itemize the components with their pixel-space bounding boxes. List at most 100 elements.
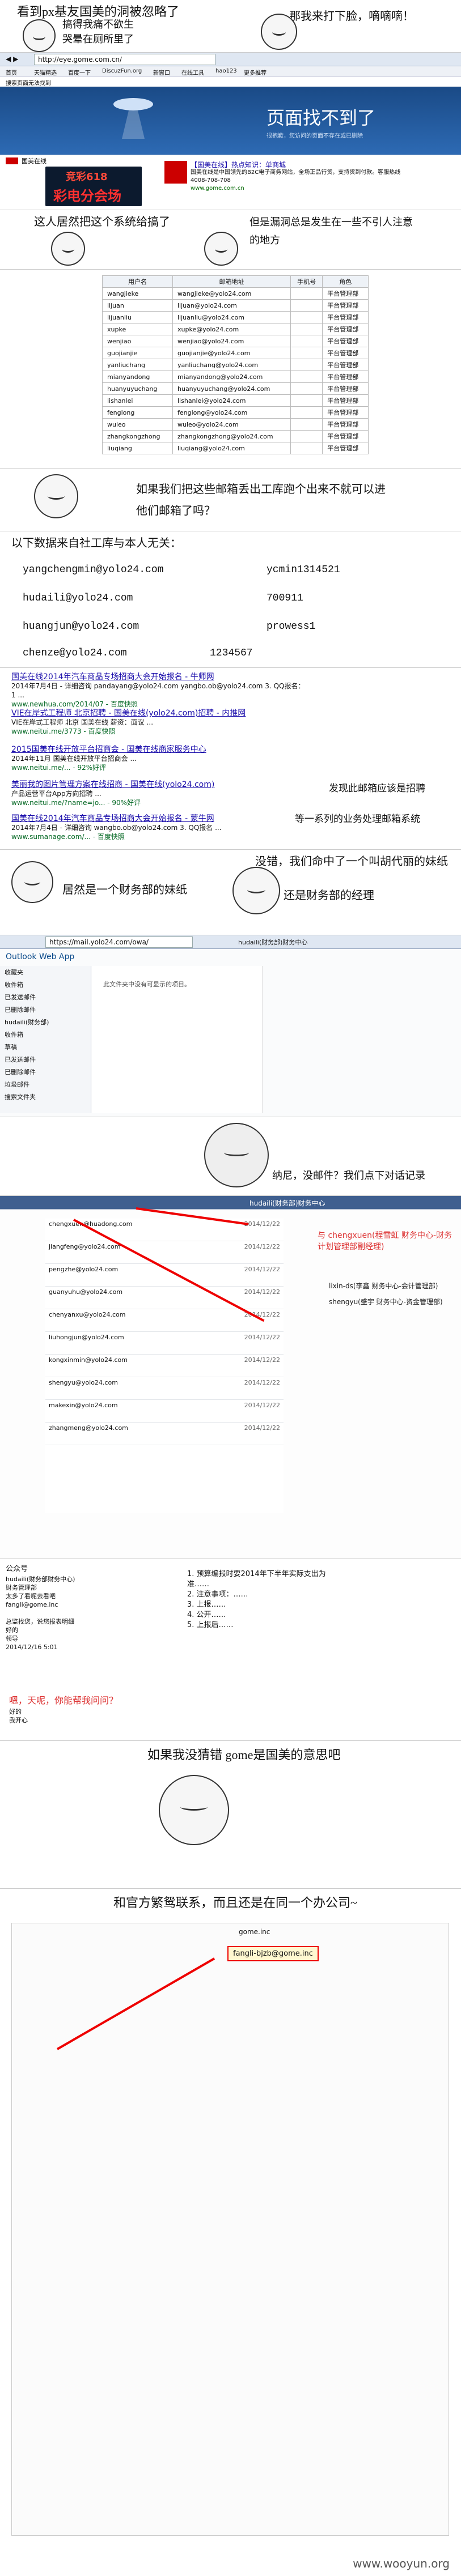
ad-banner[interactable]: 竞彩618 彩电分会场 xyxy=(45,167,142,206)
chat-right-log: 1. 预算编报时要2014年下半年实际支出为准…… 2. 注意事项：…… 3. … xyxy=(187,1570,326,1629)
final-mail-label: gome.inc xyxy=(239,1928,270,1936)
owa-folder-item[interactable]: 已删除邮件 xyxy=(0,1066,91,1078)
notice-title[interactable]: 【国美在线】热点知识：单商城 xyxy=(191,161,403,169)
owa-tab[interactable]: hudaili(财务部)财务中心 xyxy=(238,938,307,947)
chat-app-bar: hudaili(财务部)财务中心 xyxy=(0,1196,461,1210)
meme-face-wow-right xyxy=(232,867,280,914)
ad-sub: 竞彩618 xyxy=(66,171,108,183)
bookmark-7[interactable]: hao123 xyxy=(215,68,237,74)
bookmark-2[interactable]: 天猫精选 xyxy=(34,68,57,76)
conversation-name: kongxinmin@yolo24.com xyxy=(49,1356,128,1364)
conversation-name: guanyuhu@yolo24.com xyxy=(49,1288,123,1296)
cell-username: zhangkongzhong xyxy=(102,430,173,442)
result-url-1[interactable]: www.newhua.com/2014/07 - 百度快照 xyxy=(11,700,306,709)
user-table-row: lishanlei lishanlei@yolo24.com 平台管理部 xyxy=(102,394,369,407)
owa-folder-item[interactable]: hudaili(财务部) xyxy=(0,1016,91,1028)
owa-folder-item[interactable]: 搜索文件夹 xyxy=(0,1091,91,1103)
owa-folder-item[interactable]: 收件箱 xyxy=(0,978,91,991)
bookmark-1[interactable]: 首页 xyxy=(6,68,17,76)
conversation-row[interactable]: 2014/12/22 zhangmeng@yolo24.com xyxy=(45,1423,284,1445)
cell-phone xyxy=(290,311,323,323)
conversation-row[interactable]: 2014/12/22 kongxinmin@yolo24.com xyxy=(45,1355,284,1377)
search-result-5: 国美在线2014年汽车商品专场招商大会开始报名 - 蒙牛网 2014年7月4日 … xyxy=(11,814,306,841)
chat-warning: 嗯，天呢，你能帮我问问？ xyxy=(9,1695,119,1706)
result-title-2[interactable]: VIE在岸式工程师 北京招聘 - 国美在线(yolo24.com)招聘 - 内推… xyxy=(11,709,306,718)
conversation-row[interactable]: 2014/12/22 makexin@yolo24.com xyxy=(45,1400,284,1423)
cred-email-3: huangjun@yolo24.com xyxy=(23,621,139,632)
cell-username: xupke xyxy=(102,323,173,335)
meme-face-think xyxy=(204,232,238,266)
conversation-name: zhangmeng@yolo24.com xyxy=(49,1424,128,1432)
cell-role: 平台管理部 xyxy=(322,299,369,312)
result-url-3[interactable]: www.neitui.me/... - 92%好评 xyxy=(11,763,306,772)
col-email[interactable]: 邮箱地址 xyxy=(172,275,291,288)
tab-page[interactable]: 搜索页面无法找到 xyxy=(6,78,51,87)
browser-screenshot: ◀ ▶ http://eye.gome.com.cn/ 首页 天猫精选 百度一下… xyxy=(0,53,461,155)
cell-username: wenjiao xyxy=(102,335,173,347)
user-table-row: yanliuchang yanliuchang@yolo24.com 平台管理部 xyxy=(102,359,369,371)
user-table-header: 用户名 邮箱地址 手机号 角色 xyxy=(102,275,369,288)
meme-panel-10: 纳尼，没邮件？我们点下对话记录 xyxy=(0,1117,461,1196)
col-phone[interactable]: 手机号 xyxy=(290,275,323,288)
chat-top-label: 公众号 xyxy=(6,1565,28,1573)
conversation-row[interactable]: 2014/12/22 guanyuhu@yolo24.com xyxy=(45,1287,284,1309)
result-url-2[interactable]: www.neitui.me/3773 - 百度快照 xyxy=(11,727,306,736)
conversation-row[interactable]: 2014/12/22 liuhongjun@yolo24.com xyxy=(45,1332,284,1355)
search-result-4: 美丽我的图片管理方案在线招商 - 国美在线(yolo24.com) 产品运营平台… xyxy=(11,780,306,807)
bookmark-4[interactable]: DiscuzFun.org xyxy=(102,68,142,74)
conversation-name: pengzhe@yolo24.com xyxy=(49,1266,119,1273)
result-title-4[interactable]: 美丽我的图片管理方案在线招商 - 国美在线(yolo24.com) xyxy=(11,780,306,789)
meme-panel-3: 这人居然把这个系统给搞了 但是漏洞总是发生在一些不引人注意 的地方 xyxy=(0,210,461,270)
gome-logo-text: 国美在线 xyxy=(22,157,46,165)
result-url-5[interactable]: www.sumanage.com/... - 百度快照 xyxy=(11,832,306,841)
forward-icon[interactable]: ▶ xyxy=(13,55,18,63)
cell-username: lishanlei xyxy=(102,394,173,407)
cell-email: zhangkongzhong@yolo24.com xyxy=(172,430,291,442)
owa-folder-item[interactable]: 已发送邮件 xyxy=(0,991,91,1003)
cell-username: liuqiang xyxy=(102,442,173,454)
result-title-5[interactable]: 国美在线2014年汽车商品专场招商大会开始报名 - 蒙牛网 xyxy=(11,814,306,823)
cred-pass-2: 700911 xyxy=(267,593,303,604)
cred-email-1: yangchengmin@yolo24.com xyxy=(23,564,164,576)
owa-folder-item[interactable]: 已删除邮件 xyxy=(0,1003,91,1016)
caption-line-1: 如果我们把这些邮箱丢出工库跑个出来不就可以进 xyxy=(136,483,386,496)
cell-role: 平台管理部 xyxy=(322,394,369,407)
col-role[interactable]: 角色 xyxy=(322,275,369,288)
conversation-row[interactable]: 2014/12/22 shengyu@yolo24.com xyxy=(45,1377,284,1400)
result-url-4[interactable]: www.neitui.me/?name=jo... - 90%好评 xyxy=(11,798,306,807)
caption-mid-2: 哭晕在厕所里了 xyxy=(62,33,134,45)
final-red-arrow xyxy=(57,1957,215,2050)
conversation-name: liuhongjun@yolo24.com xyxy=(49,1334,124,1341)
cell-username: wangjieke xyxy=(102,287,173,300)
bookmarks-bar: 首页 天猫精选 百度一下 DiscuzFun.org 新窗口 在线工具 hao1… xyxy=(0,66,461,77)
owa-folder-item[interactable]: 收藏夹 xyxy=(0,966,91,978)
address-bar[interactable]: http://eye.gome.com.cn/ xyxy=(34,54,215,65)
col-username[interactable]: 用户名 xyxy=(102,275,173,288)
result-title-1[interactable]: 国美在线2014年汽车商品专场招商大会开始报名 - 牛师网 xyxy=(11,672,306,682)
cell-role: 平台管理部 xyxy=(322,371,369,383)
cell-phone xyxy=(290,406,323,419)
result-title-3[interactable]: 2015国美在线开放平台招商会 - 国美在线商家服务中心 xyxy=(11,745,306,754)
bookmark-3[interactable]: 百度一下 xyxy=(68,68,91,76)
user-table-row: mianyandong mianyandong@yolo24.com 平台管理部 xyxy=(102,371,369,383)
owa-address-bar[interactable]: https://mail.yolo24.com/owa/ xyxy=(45,936,193,948)
conversation-date: 2014/12/22 xyxy=(244,1356,280,1364)
owa-folder-item[interactable]: 草稿 xyxy=(0,1041,91,1053)
back-icon[interactable]: ◀ xyxy=(6,55,11,63)
conversation-row[interactable]: 2014/12/22 jiangfeng@yolo24.com xyxy=(45,1241,284,1264)
bookmark-6[interactable]: 在线工具 xyxy=(181,68,204,76)
chatlist-panel: hudaili(财务部)财务中心 2014/12/22 chengxuen@hua… xyxy=(0,1196,461,1559)
user-table-row: lijuanliu lijuanliu@yolo24.com 平台管理部 xyxy=(102,311,369,323)
cell-email: huanyuyuchang@yolo24.com xyxy=(172,382,291,395)
browser-toolbar: ◀ ▶ http://eye.gome.com.cn/ xyxy=(0,53,461,66)
owa-folder-item[interactable]: 垃圾邮件 xyxy=(0,1078,91,1091)
cell-phone xyxy=(290,287,323,300)
final-highlight[interactable]: fangli-bjzb@gome.inc xyxy=(227,1946,319,1961)
owa-folder-item[interactable]: 已发送邮件 xyxy=(0,1053,91,1066)
owa-folder-item[interactable]: 收件箱 xyxy=(0,1028,91,1041)
cell-phone xyxy=(290,359,323,371)
cell-username: lijuanliu xyxy=(102,311,173,323)
bookmark-5[interactable]: 新窗口 xyxy=(153,68,170,76)
caption-left: 居然是一个财务部的妹纸 xyxy=(62,884,187,896)
bookmark-8[interactable]: 更多推荐 xyxy=(244,68,267,76)
